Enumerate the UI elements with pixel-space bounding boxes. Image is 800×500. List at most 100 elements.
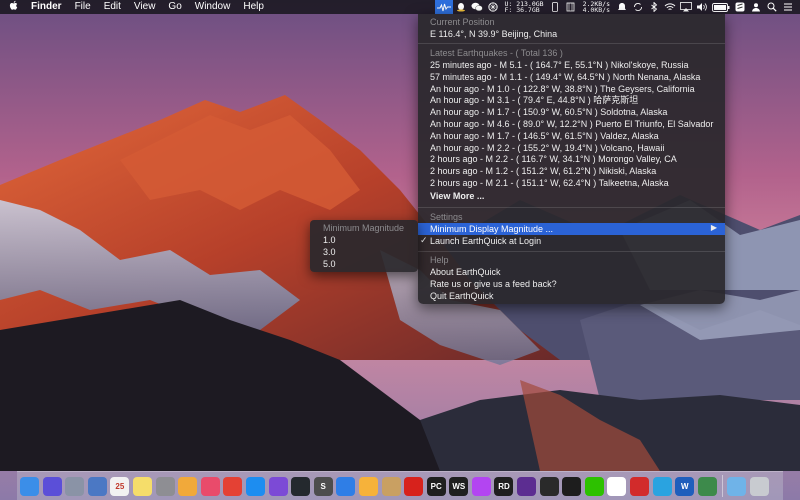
quit-item[interactable]: Quit EarthQuick [430,290,494,302]
wechat-menu-icon[interactable] [469,0,485,14]
menu-help[interactable]: Help [243,0,264,14]
trash-icon[interactable] [750,476,769,496]
earthquake-item[interactable]: An hour ago - M 3.1 - ( 79.4° E, 44.8°N … [430,94,638,106]
separator [418,43,725,44]
earthquake-item[interactable]: 2 hours ago - M 2.1 - ( 151.1° W, 62.4°N… [430,177,669,189]
webstorm-icon[interactable]: WS [449,476,469,496]
help-header: Help [430,255,449,265]
download-speed-text: 4.0KB/s [582,6,610,14]
earthquake-item[interactable]: 2 hours ago - M 2.2 - ( 116.7° W, 34.1°N… [430,153,677,165]
current-position-value: E 116.4°, N 39.9° Beijing, China [430,29,558,39]
disk-free-text: F: 36.7GB [504,6,540,14]
siri-icon[interactable] [42,476,62,496]
photos-icon[interactable] [178,476,198,496]
chrome-icon[interactable] [223,476,243,496]
visual-studio-icon[interactable] [517,476,537,496]
unity-icon[interactable] [539,476,559,496]
settings-header: Settings [430,212,463,222]
magnitude-option-1[interactable]: 1.0 [323,234,336,246]
bluetooth-icon[interactable] [646,0,662,14]
earthquake-seismograph-icon[interactable] [435,0,454,14]
launch-at-login-item[interactable]: Launch EarthQuick at Login [430,235,541,247]
current-position-header: Current Position [430,17,495,27]
launchpad-icon[interactable] [65,476,85,496]
earthquake-item[interactable]: 25 minutes ago - M 5.1 - ( 164.7° E, 55.… [430,59,689,71]
finder-icon[interactable] [20,476,39,496]
bell-icon[interactable] [614,0,630,14]
rider-icon[interactable]: RD [494,476,514,496]
memory-icon[interactable] [563,0,579,14]
dock-separator [722,475,724,497]
magnitude-option-3[interactable]: 3.0 [323,246,336,258]
shield-app-icon[interactable] [630,476,650,496]
dash-icon[interactable] [268,476,288,496]
sync-icon[interactable] [630,0,646,14]
wechat-icon[interactable] [584,476,604,496]
app-store-icon[interactable] [245,476,265,496]
preview-icon[interactable] [87,476,107,496]
min-magnitude-item-highlight[interactable]: Minimum Display Magnitude ... ▶ [418,223,725,235]
min-magnitude-submenu: Minimum Magnitude 1.0 3.0 5.0 [310,220,418,272]
menu-bar: Finder File Edit View Go Window Help U: … [0,0,800,14]
earthquake-item[interactable]: 57 minutes ago - M 1.1 - ( 149.4° W, 64.… [430,71,700,83]
min-magnitude-header: Minimum Magnitude [323,223,405,233]
user-menu-icon[interactable] [748,0,764,14]
menu-window[interactable]: Window [195,0,231,14]
phone-icon[interactable] [547,0,563,14]
dock: 25 S PC WS RD W [17,471,783,500]
checkmark-icon: ✓ [420,235,428,245]
phpstorm-icon[interactable] [471,476,491,496]
github-icon[interactable] [291,476,311,496]
sublime-text-menu-icon[interactable] [732,0,748,14]
telegram-icon[interactable] [652,476,672,496]
word-icon[interactable]: W [675,476,695,496]
sequel-pro-icon[interactable] [381,476,401,496]
airplay-icon[interactable] [678,0,694,14]
xcode-icon[interactable] [336,476,356,496]
about-item[interactable]: About EarthQuick [430,266,501,278]
earthquake-item[interactable]: 2 hours ago - M 1.2 - ( 151.2° W, 61.2°N… [430,165,656,177]
earthquake-item[interactable]: An hour ago - M 2.2 - ( 155.2° W, 19.4°N… [430,142,664,154]
netease-music-icon[interactable] [404,476,424,496]
earthquake-item[interactable]: An hour ago - M 1.7 - ( 150.9° W, 60.5°N… [430,106,667,118]
status-area: U: 213.0GB F: 36.7GB 2.2KB/s 4.0KB/s [435,0,800,14]
menu-go[interactable]: Go [168,0,181,14]
android-studio-icon[interactable] [697,476,717,496]
fan-icon[interactable] [485,0,501,14]
disk-usage-readout[interactable]: U: 213.0GB F: 36.7GB [501,1,546,14]
separator [418,207,725,208]
view-more-item[interactable]: View More ... [430,190,484,202]
earthquake-item[interactable]: An hour ago - M 4.6 - ( 89.0° W, 12.2°N … [430,118,713,130]
music-icon[interactable] [200,476,220,496]
notification-center-icon[interactable] [780,0,796,14]
system-preferences-icon[interactable] [155,476,175,496]
earthquick-menu: Current Position E 116.4°, N 39.9° Beiji… [418,14,725,304]
feedback-item[interactable]: Rate us or give us a feed back? [430,278,557,290]
calendar-icon[interactable]: 25 [110,476,130,496]
qq-icon[interactable] [607,476,627,496]
earthquake-item[interactable]: An hour ago - M 1.0 - ( 122.8° W, 38.8°N… [430,83,695,95]
min-magnitude-item[interactable]: Minimum Display Magnitude ... [430,223,553,235]
menu-edit[interactable]: Edit [104,0,121,14]
separator [418,251,725,252]
submenu-arrow-icon: ▶ [710,223,717,232]
qq-menu-icon[interactable] [453,0,469,14]
apple-icon[interactable] [9,0,21,15]
downloads-folder-icon[interactable] [727,476,747,496]
spotlight-search-icon[interactable] [764,0,780,14]
latest-earthquakes-header: Latest Earthquakes - ( Total 136 ) [430,48,563,58]
volume-icon[interactable] [694,0,710,14]
menu-finder[interactable]: Finder [31,0,62,14]
menu-view[interactable]: View [134,0,156,14]
network-speed-readout[interactable]: 2.2KB/s 4.0KB/s [579,1,614,14]
notes-icon[interactable] [132,476,152,496]
menu-file[interactable]: File [75,0,91,14]
magnitude-option-5[interactable]: 5.0 [323,258,336,270]
earthquake-item[interactable]: An hour ago - M 1.7 - ( 146.5° W, 61.5°N… [430,130,659,142]
sketch-icon[interactable] [358,476,378,496]
wifi-icon[interactable] [662,0,678,14]
pycharm-icon[interactable]: PC [426,476,446,496]
terminal-icon[interactable] [562,476,582,496]
battery-icon[interactable] [710,0,732,14]
sublime-text-icon[interactable]: S [313,476,333,496]
